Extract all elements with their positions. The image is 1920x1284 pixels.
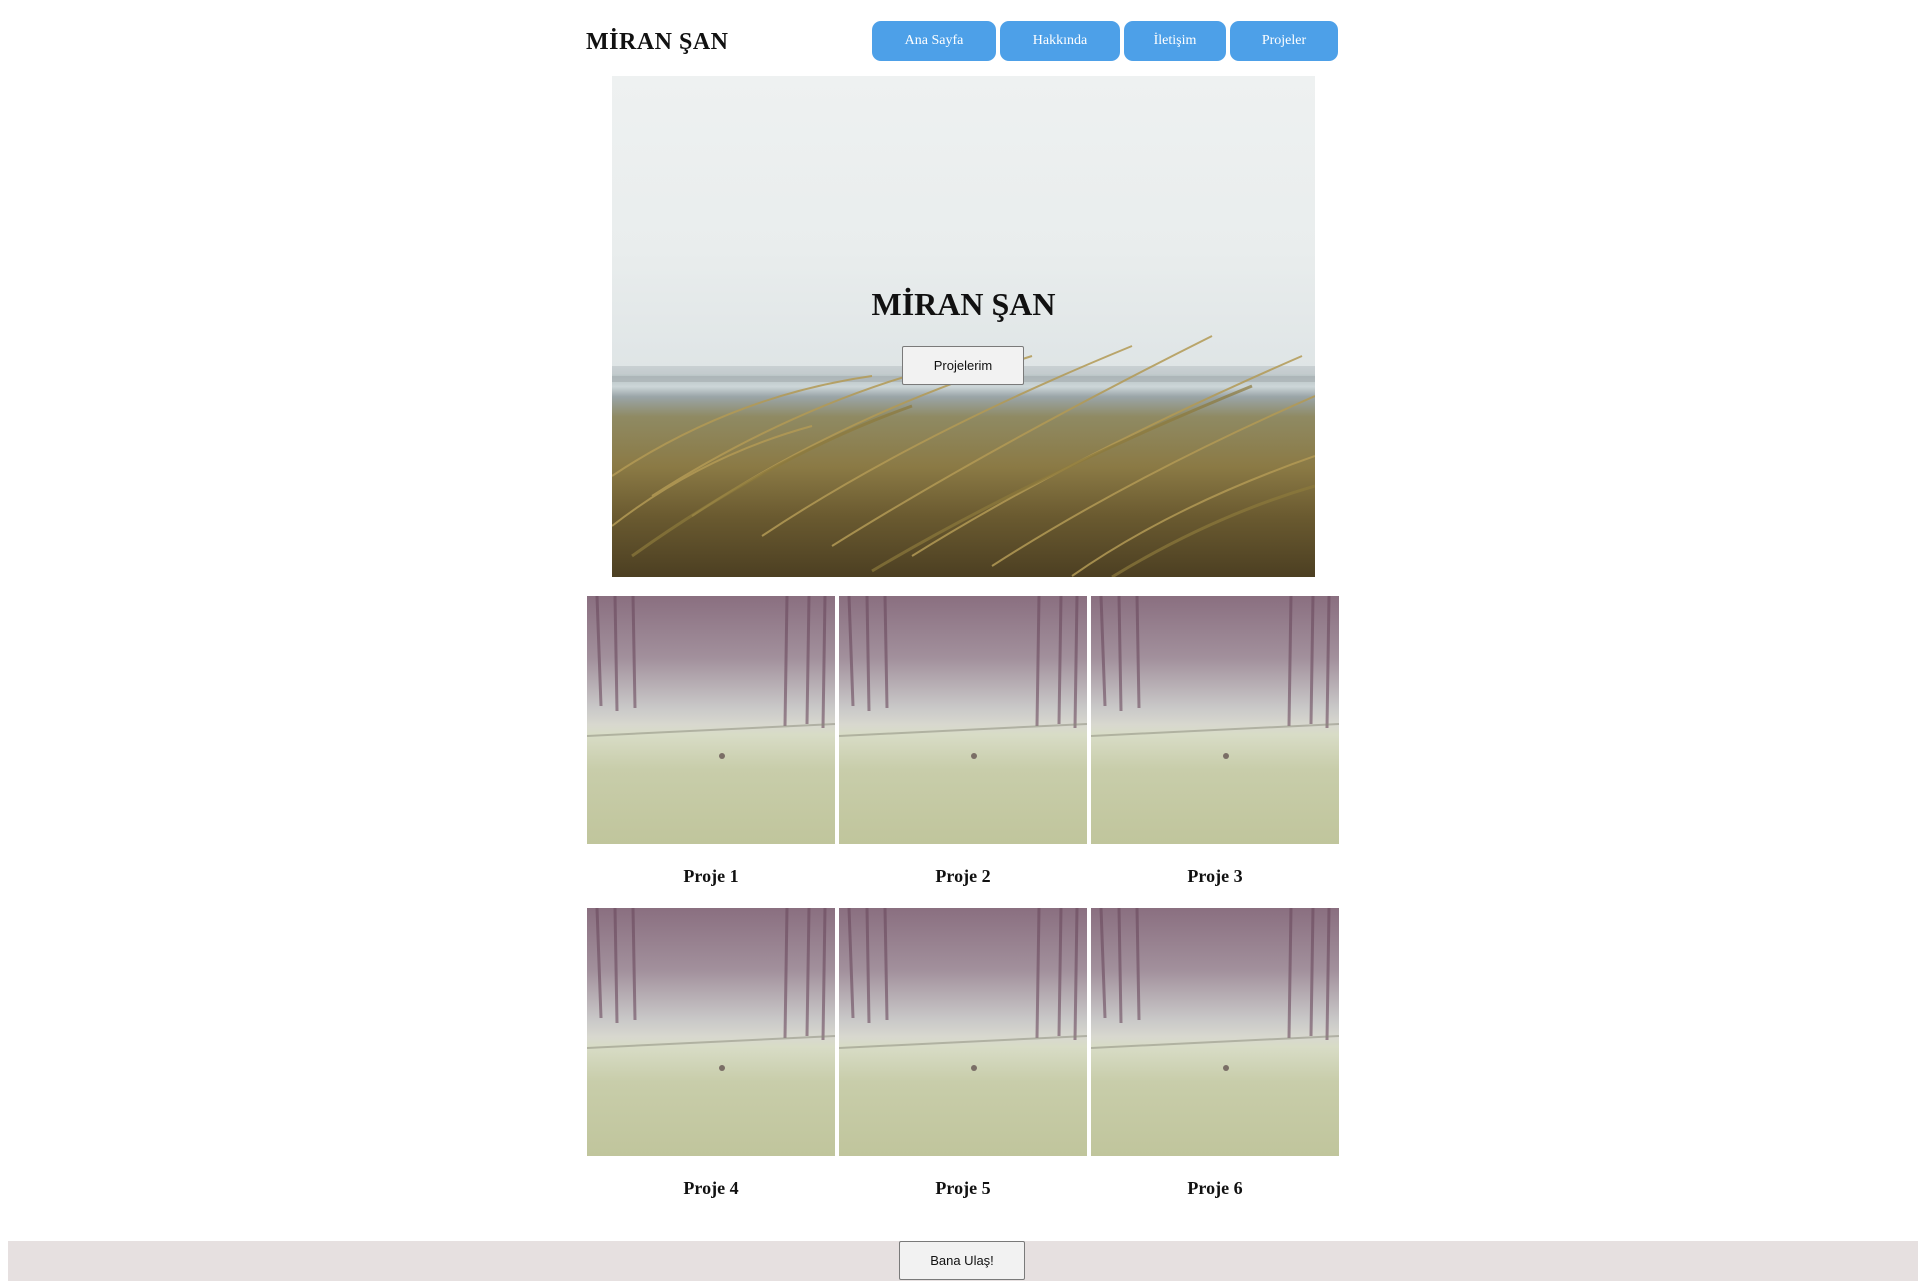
site-header: MİRAN ŞAN Ana Sayfa Hakkında İletişim Pr… xyxy=(586,20,1338,62)
project-image[interactable] xyxy=(839,908,1087,1156)
main-nav: Ana Sayfa Hakkında İletişim Projeler xyxy=(872,21,1338,61)
project-card-5[interactable]: Proje 5 xyxy=(839,908,1087,1220)
project-card-6[interactable]: Proje 6 xyxy=(1091,908,1339,1220)
projects-grid: Proje 1 Proje 2 Proje 3 Proje 4 Proje 5 … xyxy=(587,596,1339,1220)
project-card-1[interactable]: Proje 1 xyxy=(587,596,835,908)
my-projects-button[interactable]: Projelerim xyxy=(902,346,1024,385)
project-image[interactable] xyxy=(587,596,835,844)
contact-me-button[interactable]: Bana Ulaş! xyxy=(899,1241,1025,1280)
forest-road-image xyxy=(839,908,1087,1071)
project-card-3[interactable]: Proje 3 xyxy=(1091,596,1339,908)
nav-contact-button[interactable]: İletişim xyxy=(1124,21,1226,61)
forest-road-image xyxy=(839,596,1087,759)
forest-road-image xyxy=(1091,908,1339,1071)
forest-road-image xyxy=(587,596,835,759)
forest-road-image xyxy=(1091,596,1339,759)
nav-home-button[interactable]: Ana Sayfa xyxy=(872,21,996,61)
project-title: Proje 6 xyxy=(1187,1178,1243,1198)
project-card-4[interactable]: Proje 4 xyxy=(587,908,835,1220)
project-title: Proje 5 xyxy=(935,1178,991,1198)
forest-road-image xyxy=(587,908,835,1071)
project-title: Proje 1 xyxy=(683,866,739,886)
project-title: Proje 2 xyxy=(935,866,991,886)
site-brand[interactable]: MİRAN ŞAN xyxy=(586,29,729,56)
hero-background-image xyxy=(612,335,1315,577)
project-title: Proje 4 xyxy=(683,1178,739,1198)
site-footer: Bana Ulaş! xyxy=(8,1241,1918,1281)
project-image[interactable] xyxy=(587,908,835,1156)
project-image[interactable] xyxy=(1091,908,1339,1156)
nav-about-button[interactable]: Hakkında xyxy=(1000,21,1120,61)
hero-title: MİRAN ŞAN xyxy=(871,286,1056,322)
project-image[interactable] xyxy=(1091,596,1339,844)
project-image[interactable] xyxy=(839,596,1087,844)
nav-projects-button[interactable]: Projeler xyxy=(1230,21,1338,61)
project-title: Proje 3 xyxy=(1187,866,1243,886)
project-card-2[interactable]: Proje 2 xyxy=(839,596,1087,908)
hero-banner: MİRAN ŞAN Projelerim xyxy=(612,76,1315,577)
